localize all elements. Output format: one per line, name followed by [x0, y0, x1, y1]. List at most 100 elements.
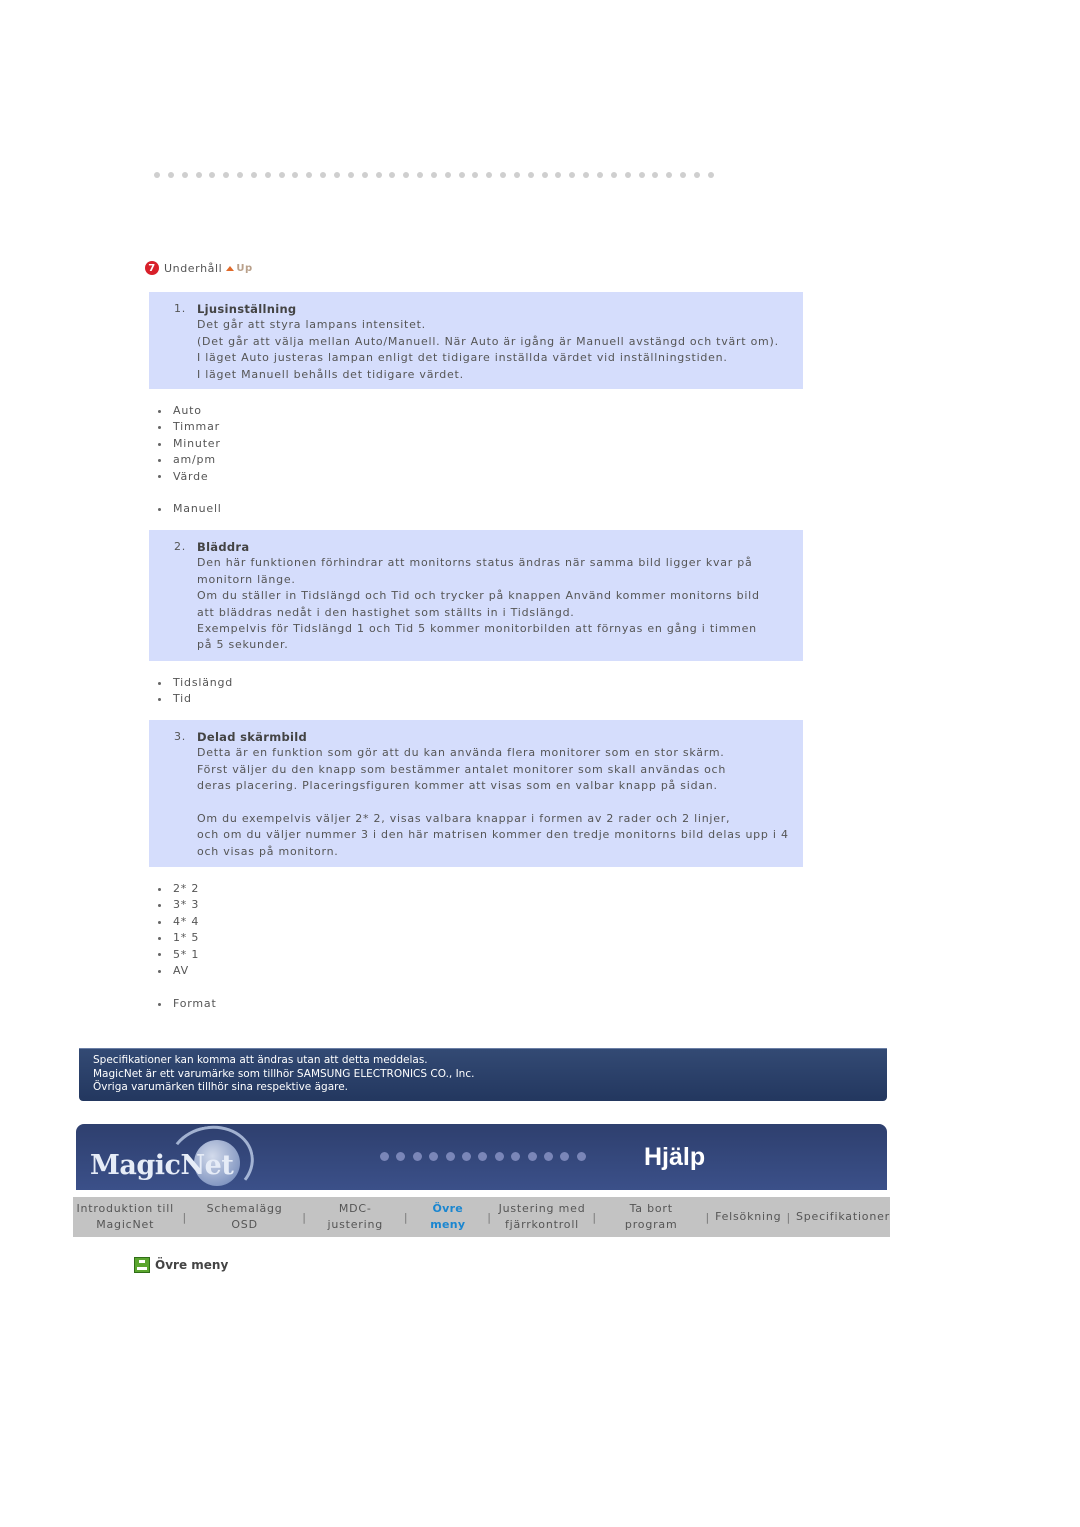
bullet-icon [158, 409, 161, 413]
magicnet-banner: MagicNet Hjälp [76, 1124, 887, 1190]
dot [380, 1152, 389, 1161]
lamp-options-list: Auto Timmar Minuter am/pm Värde Manuell [158, 403, 222, 518]
nav-label: Introduktion till [76, 1202, 174, 1215]
up-arrow-icon [226, 265, 235, 271]
dot [396, 1152, 406, 1161]
nav-ta-bort-program[interactable]: Ta bort program [602, 1201, 701, 1233]
dot [560, 1152, 570, 1161]
dot [638, 172, 645, 178]
dot [333, 172, 340, 178]
list-item-label: 3* 3 [173, 898, 200, 912]
list-item: Auto [158, 403, 222, 419]
item-line: Det går att styra lampans intensitet. [197, 318, 426, 332]
dot [610, 172, 617, 178]
nav-separator: | [705, 1210, 711, 1224]
nav-felsokning[interactable]: Felsökning [715, 1209, 781, 1225]
nav-justering-fjarrkontroll[interactable]: Justering med fjärrkontroll [497, 1201, 588, 1233]
menu-tree-icon [134, 1257, 150, 1273]
dot [527, 1152, 537, 1161]
dot [429, 1152, 439, 1161]
info-box-bladdra: 2. Bläddra Den här funktionen förhindrar… [149, 530, 803, 661]
dot [347, 172, 354, 178]
item-line: Om du ställer in Tidslängd och Tid och t… [197, 589, 760, 619]
item-line: Den här funktionen förhindrar att monito… [197, 556, 753, 586]
section-title: Underhåll [164, 261, 223, 275]
item-index: 1. [174, 302, 186, 315]
number-7-icon: 7 [145, 261, 159, 275]
dot [494, 1152, 504, 1161]
up-label: Up [236, 262, 253, 274]
dot [403, 172, 410, 178]
navigation-bar: Introduktion till MagicNet | Schemalägg … [73, 1197, 890, 1237]
decorative-dot-divider [154, 172, 714, 178]
dot [500, 172, 507, 178]
dot [412, 1152, 422, 1161]
dot [445, 1152, 455, 1161]
info-box-delad-skarmbild: 3. Delad skärmbild Detta är en funktion … [149, 720, 803, 867]
bullet-icon [158, 887, 161, 891]
list-item-label: Tidslängd [173, 676, 234, 689]
dot [624, 172, 631, 178]
nav-label: Justering med [498, 1202, 586, 1215]
list-item-label: Timmar [173, 420, 220, 434]
list-item-label: am/pm [173, 453, 216, 467]
item-line: och om du väljer nummer 3 i den här matr… [197, 828, 789, 858]
dot [375, 172, 382, 178]
item-title: Ljusinställning [197, 302, 297, 316]
dot [666, 172, 673, 178]
nav-ovre-meny[interactable]: Övre meny [413, 1201, 482, 1233]
nav-specifikationer[interactable]: Specifikationer [796, 1209, 890, 1225]
banner-dots [380, 1152, 586, 1161]
up-link[interactable]: Up [226, 263, 252, 274]
list-item-label: 4* 4 [173, 914, 200, 928]
dot [458, 172, 465, 178]
bullet-icon [158, 904, 161, 908]
bullet-icon [158, 969, 161, 973]
list-item-label: 1* 5 [173, 931, 200, 945]
nav-mdc-justering[interactable]: MDC-justering [312, 1201, 399, 1233]
list-item-label: AV [173, 964, 189, 978]
current-section-header: Övre meny [134, 1257, 228, 1273]
dot [680, 172, 687, 178]
list-item: 5* 1 [158, 947, 217, 963]
nav-schemalagg-osd[interactable]: Schemalägg OSD [192, 1201, 297, 1233]
item-title: Delad skärmbild [197, 730, 308, 744]
nav-introduktion[interactable]: Introduktion till MagicNet [73, 1201, 177, 1233]
dot [583, 172, 590, 178]
current-section-title: Övre meny [155, 1258, 229, 1272]
dot [250, 172, 257, 178]
list-item-label: Minuter [173, 436, 221, 450]
bullet-icon [158, 681, 161, 685]
help-title: Hjälp [644, 1143, 706, 1171]
dot [264, 172, 271, 178]
dot [486, 172, 493, 178]
dot [569, 172, 576, 178]
nav-label: MagicNet [96, 1218, 155, 1231]
dot [576, 1152, 586, 1161]
list-item-label: Manuell [173, 502, 222, 516]
bullet-icon [158, 1002, 161, 1006]
magicnet-logo: MagicNet [90, 1150, 234, 1181]
dot [527, 172, 534, 178]
list-item-label: Tid [173, 692, 192, 706]
notice-line: MagicNet är ett varumärke som tillhör SA… [93, 1067, 475, 1080]
dot [195, 172, 202, 178]
item-line: Exempelvis för Tidslängd 1 och Tid 5 kom… [197, 622, 757, 652]
notice-line: Övriga varumärken tillhör sina respektiv… [93, 1081, 349, 1093]
nav-separator: | [182, 1210, 187, 1224]
dot [223, 172, 230, 178]
dot [543, 1152, 553, 1161]
section-header: 7 Underhåll Up [145, 261, 253, 275]
dot [237, 172, 244, 178]
bullet-icon [158, 936, 161, 940]
nav-separator: | [403, 1210, 409, 1224]
list-item: Värde [158, 469, 222, 485]
dot [707, 172, 714, 178]
bullet-icon [158, 426, 161, 430]
dot [361, 172, 368, 178]
list-item-label: Format [173, 996, 217, 1010]
item-line: I läget Auto justeras lampan enligt det … [197, 351, 728, 365]
dot [693, 172, 700, 178]
nav-separator: | [592, 1210, 597, 1224]
dot [472, 172, 479, 178]
